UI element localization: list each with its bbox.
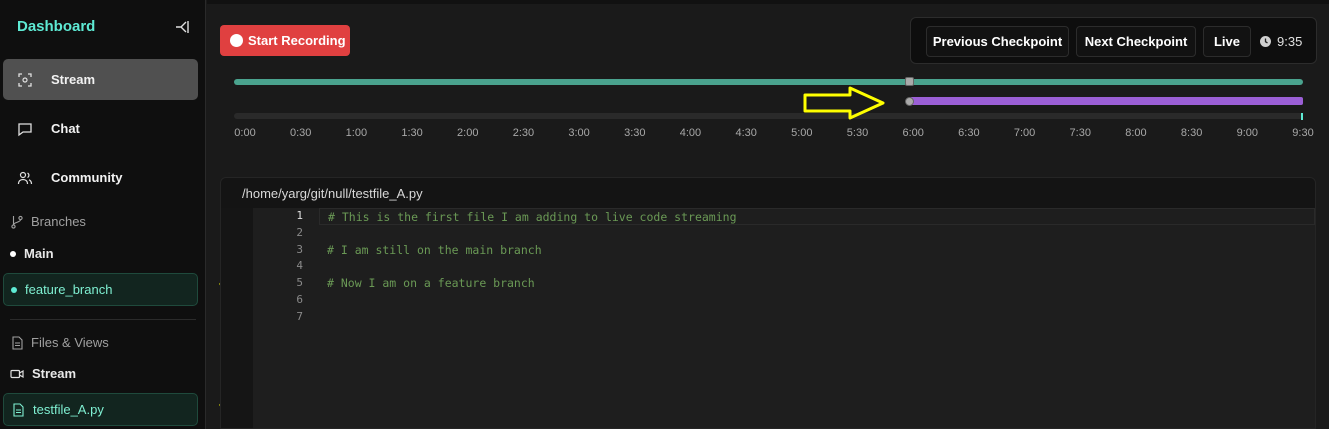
feature-timeline-handle[interactable] — [905, 97, 914, 106]
nav-stream[interactable]: Stream — [3, 59, 198, 100]
current-time-label: 9:35 — [1277, 34, 1303, 49]
timeline-tick-label: 9:00 — [1236, 127, 1259, 139]
nav-community[interactable]: Community — [3, 157, 198, 198]
timeline-tick-label: 2:30 — [512, 127, 535, 139]
branches-heading-label: Branches — [31, 214, 86, 229]
annotation-arrow-right-icon — [803, 86, 885, 120]
line-number: 3 — [296, 242, 303, 256]
timeline-tick-labels: 0:00 0:30 1:00 1:30 2:00 2:30 3:00 3:30 4:00 4:30… — [224, 127, 1314, 141]
nav-community-label: Community — [51, 170, 123, 185]
files-heading: Files & Views — [10, 335, 109, 350]
timeline-tick-label: 7:30 — [1069, 127, 1091, 139]
file-stream[interactable]: Stream — [3, 357, 198, 390]
sidebar: Dashboard Stream Chat Community Branches… — [0, 0, 206, 429]
file-path: /home/yarg/git/null/testfile_A.py — [221, 178, 1315, 208]
collapse-sidebar-icon[interactable] — [172, 17, 192, 37]
file-testfile[interactable]: testfile_A.py — [3, 393, 198, 426]
line-number: 4 — [296, 259, 303, 273]
sidebar-divider — [10, 319, 196, 320]
timeline-tick-label: 1:00 — [345, 127, 368, 139]
git-branch-icon — [10, 215, 24, 229]
users-icon — [17, 170, 33, 186]
editor-gutter — [221, 208, 253, 428]
code-line[interactable] — [319, 309, 1315, 326]
timeline-tick-label: 8:00 — [1125, 127, 1147, 139]
timeline-tick-label: 0:00 — [234, 127, 256, 139]
checkpoint-controls: Previous Checkpoint Next Checkpoint Live… — [910, 17, 1317, 64]
timeline-tick-label: 5:30 — [846, 127, 869, 139]
document-icon — [10, 335, 24, 350]
clock-icon — [1259, 35, 1272, 48]
line-numbers: 1 2 3 4 5 6 7 — [253, 208, 305, 326]
branch-dot-icon — [10, 250, 16, 257]
timeline-tick-label: 2:00 — [457, 127, 479, 139]
line-number: 2 — [296, 225, 303, 239]
start-recording-button[interactable]: Start Recording — [220, 25, 350, 56]
timeline-tick-label: 4:30 — [735, 127, 757, 139]
current-time: 9:35 — [1259, 34, 1302, 49]
line-number: 5 — [296, 276, 303, 290]
branch-feature-label: feature_branch — [25, 282, 113, 297]
code-editor[interactable]: /home/yarg/git/null/testfile_A.py 1 2 3 4 5 6… — [220, 177, 1316, 429]
scan-icon — [17, 72, 33, 88]
branch-feature[interactable]: feature_branch — [3, 273, 198, 306]
timeline-tick-label: 8:30 — [1180, 127, 1203, 139]
timeline-tick-label: 3:30 — [624, 127, 646, 139]
timeline-tick-label: 7:00 — [1013, 127, 1036, 139]
timeline-tick-label: 6:30 — [958, 127, 980, 139]
timeline-scrubber[interactable] — [234, 113, 1303, 119]
code-line[interactable] — [319, 292, 1315, 309]
timeline-tick-label: 6:00 — [902, 127, 924, 139]
chat-icon — [17, 121, 33, 137]
file-icon — [11, 402, 25, 417]
branches-heading: Branches — [10, 214, 86, 229]
files-heading-label: Files & Views — [31, 335, 109, 350]
branch-main[interactable]: Main — [3, 237, 198, 270]
file-testfile-label: testfile_A.py — [33, 402, 104, 417]
line-number: 1 — [296, 209, 303, 222]
code-line[interactable]: # I am still on the main branch — [319, 242, 1315, 259]
timeline-tick-label: 1:30 — [401, 127, 423, 139]
main-branch-timeline[interactable] — [234, 79, 1303, 85]
timeline-tick-label: 9:30 — [1292, 127, 1314, 139]
branch-main-label: Main — [24, 246, 54, 261]
next-checkpoint-button[interactable]: Next Checkpoint — [1076, 26, 1196, 57]
main-timeline-handle[interactable] — [905, 77, 914, 86]
live-button[interactable]: Live — [1203, 26, 1251, 57]
nav-stream-label: Stream — [51, 72, 96, 87]
timeline-tick-label: 0:30 — [289, 127, 312, 139]
timeline-tick-label: 3:00 — [568, 127, 590, 139]
nav-chat[interactable]: Chat — [3, 108, 198, 149]
previous-checkpoint-button[interactable]: Previous Checkpoint — [926, 26, 1069, 57]
start-recording-label: Start Recording — [248, 33, 346, 48]
code-line[interactable] — [319, 225, 1315, 242]
record-dot-icon — [230, 34, 243, 47]
branch-dot-icon — [11, 286, 17, 293]
line-number: 6 — [296, 292, 303, 306]
top-strip — [207, 0, 1329, 4]
file-stream-label: Stream — [32, 366, 77, 381]
code-line[interactable]: # This is the first file I am adding to … — [319, 208, 1315, 225]
nav-chat-label: Chat — [51, 121, 80, 136]
video-icon — [10, 367, 24, 381]
line-number: 7 — [296, 309, 303, 323]
feature-branch-timeline[interactable] — [910, 97, 1303, 105]
timeline-end-marker — [1301, 113, 1303, 120]
timeline-tick-label: 4:00 — [679, 127, 702, 139]
timeline-tick-label: 5:00 — [791, 127, 813, 139]
code-content[interactable]: # This is the first file I am adding to … — [319, 208, 1315, 326]
code-line[interactable]: # Now I am on a feature branch — [319, 275, 1315, 292]
dashboard-title: Dashboard — [17, 18, 96, 35]
code-line[interactable] — [319, 258, 1315, 275]
